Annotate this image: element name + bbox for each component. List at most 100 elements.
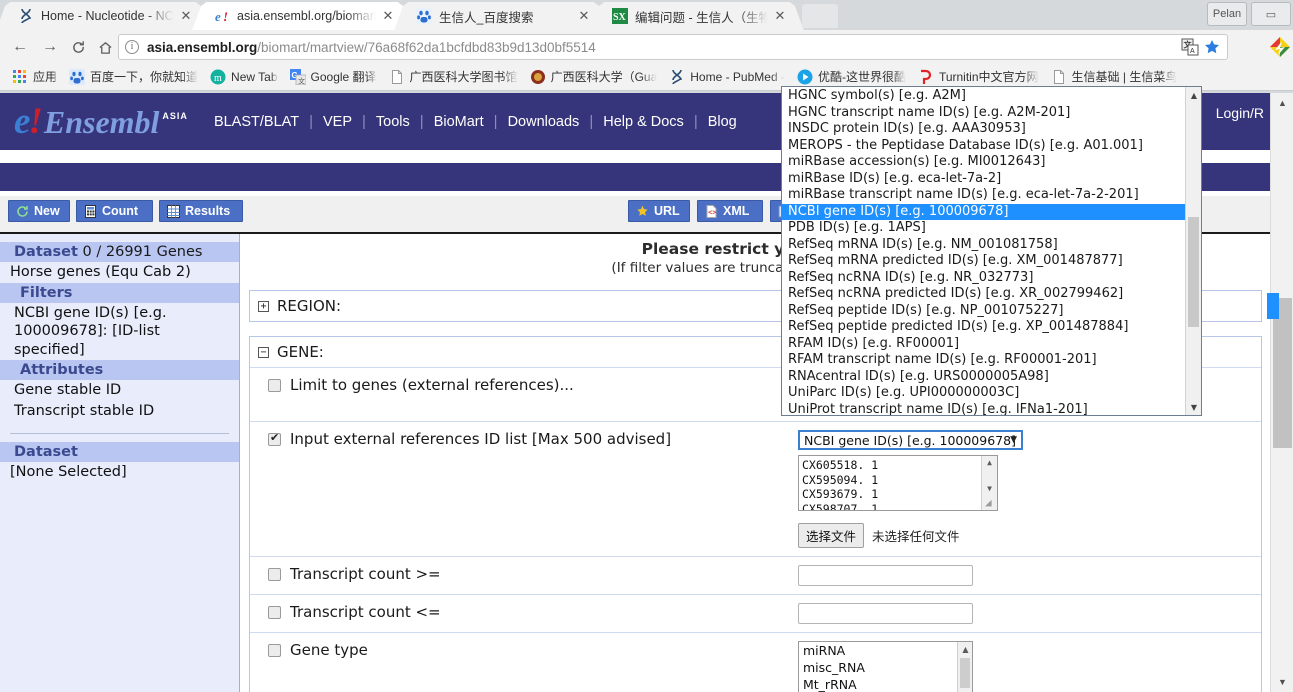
login-register-link[interactable]: Login/R	[1216, 105, 1264, 121]
dropdown-option[interactable]: HGNC symbol(s) [e.g. A2M]	[782, 88, 1185, 105]
window-minimize-button[interactable]: ▭	[1251, 2, 1291, 26]
xref-id-textarea[interactable]: CX605518. 1 CX595094. 1 CX593679. 1 CX59…	[798, 455, 998, 511]
gene-type-listbox[interactable]: miRNA misc_RNA Mt_rRNA Mt_tRNA ▲	[798, 641, 973, 692]
dropdown-option[interactable]: RefSeq ncRNA predicted ID(s) [e.g. XR_00…	[782, 286, 1185, 303]
dropdown-option[interactable]: RefSeq ncRNA ID(s) [e.g. NR_032773]	[782, 270, 1185, 287]
dropdown-option[interactable]: INSDC protein ID(s) [e.g. AAA30953]	[782, 121, 1185, 138]
dropdown-option[interactable]: MEROPS - the Peptidase Database ID(s) [e…	[782, 138, 1185, 155]
transcript-count-gte-input[interactable]	[798, 565, 973, 586]
scroll-up-icon[interactable]: ▲	[982, 456, 997, 470]
dropdown-option[interactable]: miRBase transcript name ID(s) [e.g. eca-…	[782, 187, 1185, 204]
dropdown-option[interactable]: RFAM ID(s) [e.g. RF00001]	[782, 336, 1185, 353]
xref-type-select[interactable]: NCBI gene ID(s) [e.g. 100009678] ▼	[798, 430, 1023, 450]
ensembl-logo[interactable]: e ! Ensembl ASIA	[14, 103, 188, 140]
bookmark-youku[interactable]: 优酷-这世界很酷	[791, 66, 912, 88]
reload-icon[interactable]	[66, 35, 90, 59]
bookmark-turnitin[interactable]: Turnitin中文官方网	[912, 66, 1045, 88]
dropdown-scrollbar[interactable]: ▲ ▼	[1185, 87, 1201, 415]
nav-link-blast[interactable]: BLAST/BLAT	[204, 114, 309, 130]
scrollbar-thumb[interactable]	[960, 658, 970, 688]
tab-close-icon[interactable]: ✕	[772, 8, 788, 24]
tab-close-icon[interactable]: ✕	[576, 8, 592, 24]
sidebar-attribute-item[interactable]: Gene stable ID	[0, 380, 239, 401]
list-item[interactable]: misc_RNA	[799, 659, 972, 676]
dropdown-option[interactable]: miRBase ID(s) [e.g. eca-let-7a-2]	[782, 171, 1185, 188]
list-item[interactable]: Mt_rRNA	[799, 676, 972, 692]
dropdown-option[interactable]: UniProt transcript name ID(s) [e.g. IFNa…	[782, 402, 1185, 416]
browser-tab-0[interactable]: Home - Nucleotide - NCBI ✕	[8, 2, 198, 30]
dropdown-option[interactable]: RefSeq mRNA ID(s) [e.g. NM_001081758]	[782, 237, 1185, 254]
nav-link-help-docs[interactable]: Help & Docs	[593, 114, 694, 130]
sidebar-dataset-value[interactable]: Horse genes (Equ Cab 2)	[0, 262, 239, 283]
minus-icon[interactable]: −	[258, 346, 269, 358]
tab-close-icon[interactable]: ✕	[380, 8, 396, 24]
url-button[interactable]: URL	[628, 200, 690, 222]
page-scrollbar[interactable]: ▲ ▼	[1267, 93, 1293, 692]
browser-tab-3[interactable]: SX 编辑问题 - 生信人（生物 ✕	[602, 2, 792, 30]
dropdown-option[interactable]: RefSeq mRNA predicted ID(s) [e.g. XM_001…	[782, 253, 1185, 270]
bookmark-apps[interactable]: 应用	[6, 66, 63, 88]
scrollbar-thumb[interactable]	[1273, 298, 1292, 448]
scroll-down-icon[interactable]: ▼	[1186, 399, 1201, 415]
plus-icon[interactable]: +	[258, 300, 269, 312]
resize-grip-icon[interactable]: ◢	[985, 497, 996, 509]
back-button[interactable]: ←	[8, 35, 32, 59]
new-tab-button[interactable]	[802, 4, 838, 28]
dropdown-option[interactable]: UniParc ID(s) [e.g. UPI000000003C]	[782, 385, 1185, 402]
dropdown-option[interactable]: PDB ID(s) [e.g. 1APS]	[782, 220, 1185, 237]
bookmark-gxmu-library[interactable]: 广西医科大学图书馆	[383, 66, 524, 88]
nav-link-downloads[interactable]: Downloads	[498, 114, 590, 130]
xml-button[interactable]: <> XML	[697, 200, 763, 222]
count-button[interactable]: Count	[76, 200, 153, 222]
browser-tab-1[interactable]: e ! asia.ensembl.org/biomart/martview ✕	[204, 2, 400, 30]
dropdown-option[interactable]: RFAM transcript name ID(s) [e.g. RF00001…	[782, 352, 1185, 369]
sidebar-dataset2-value[interactable]: [None Selected]	[0, 462, 239, 483]
gene-type-checkbox[interactable]	[268, 644, 281, 657]
sidebar-attribute-item[interactable]: Transcript stable ID	[0, 401, 239, 422]
nav-link-blog[interactable]: Blog	[698, 114, 747, 130]
dropdown-option-selected[interactable]: NCBI gene ID(s) [e.g. 100009678]	[782, 203, 1185, 220]
xref-id-list-checkbox[interactable]	[268, 431, 281, 446]
scroll-up-icon[interactable]: ▲	[1186, 87, 1201, 103]
sidebar-filter-item[interactable]: NCBI gene ID(s) [e.g. 100009678]: [ID-li…	[0, 303, 239, 361]
bookmark-pubmed[interactable]: Home - PubMed -	[663, 66, 791, 88]
transcript-count-lte-input[interactable]	[798, 603, 973, 624]
bookmark-baidu[interactable]: 百度一下，你就知道	[63, 66, 204, 88]
new-button[interactable]: New	[8, 200, 70, 222]
results-button[interactable]: Results	[159, 200, 243, 222]
list-item[interactable]: miRNA	[799, 642, 972, 659]
bookmark-gxmu[interactable]: 广西医科大学（Gua	[524, 66, 664, 88]
window-label-button[interactable]: Pelan	[1207, 2, 1247, 26]
forward-button[interactable]: →	[38, 35, 62, 59]
browser-tab-2[interactable]: 生信人_百度搜索 ✕	[406, 2, 596, 30]
transcript-count-lte-checkbox[interactable]	[268, 606, 281, 619]
address-bar[interactable]: i asia.ensembl.org/biomart/martview/76a6…	[118, 34, 1228, 60]
dropdown-option[interactable]: RNAcentral ID(s) [e.g. URS0000005A98]	[782, 369, 1185, 386]
scroll-down-icon[interactable]: ▼	[982, 482, 997, 496]
bookmark-new-tab[interactable]: m New Tab	[204, 66, 283, 88]
home-icon[interactable]	[93, 35, 117, 59]
translate-icon[interactable]: 文 A	[1181, 38, 1199, 56]
scrollbar-thumb[interactable]	[1188, 217, 1199, 327]
bookmark-shengxin[interactable]: 生信基础 | 生信菜鸟	[1045, 66, 1184, 88]
nav-link-tools[interactable]: Tools	[366, 114, 420, 130]
scroll-down-icon[interactable]: ▼	[1271, 672, 1293, 692]
nav-link-biomart[interactable]: BioMart	[424, 114, 494, 130]
limit-to-genes-checkbox[interactable]	[268, 379, 281, 392]
info-icon[interactable]: i	[125, 40, 139, 54]
choose-file-button[interactable]: 选择文件	[798, 523, 865, 548]
xref-type-dropdown-list[interactable]: HGNC symbol(s) [e.g. A2M] HGNC transcrip…	[781, 86, 1202, 416]
dropdown-option[interactable]: RefSeq peptide predicted ID(s) [e.g. XP_…	[782, 319, 1185, 336]
dropdown-option[interactable]: HGNC transcript name ID(s) [e.g. A2M-201…	[782, 105, 1185, 122]
dropdown-option[interactable]: RefSeq peptide ID(s) [e.g. NP_001075227]	[782, 303, 1185, 320]
transcript-count-gte-checkbox[interactable]	[268, 568, 281, 581]
scroll-up-icon[interactable]: ▲	[958, 642, 972, 656]
extension-icon[interactable]	[1269, 36, 1291, 58]
dropdown-option[interactable]: miRBase accession(s) [e.g. MI0012643]	[782, 154, 1185, 171]
scroll-up-icon[interactable]: ▲	[1271, 93, 1293, 113]
tab-close-icon[interactable]: ✕	[178, 8, 194, 24]
star-icon[interactable]	[1203, 38, 1221, 56]
bookmark-google-translate[interactable]: G 文 Google 翻译	[284, 66, 383, 88]
nav-link-vep[interactable]: VEP	[313, 114, 362, 130]
listbox-scrollbar[interactable]: ▲	[957, 642, 972, 692]
